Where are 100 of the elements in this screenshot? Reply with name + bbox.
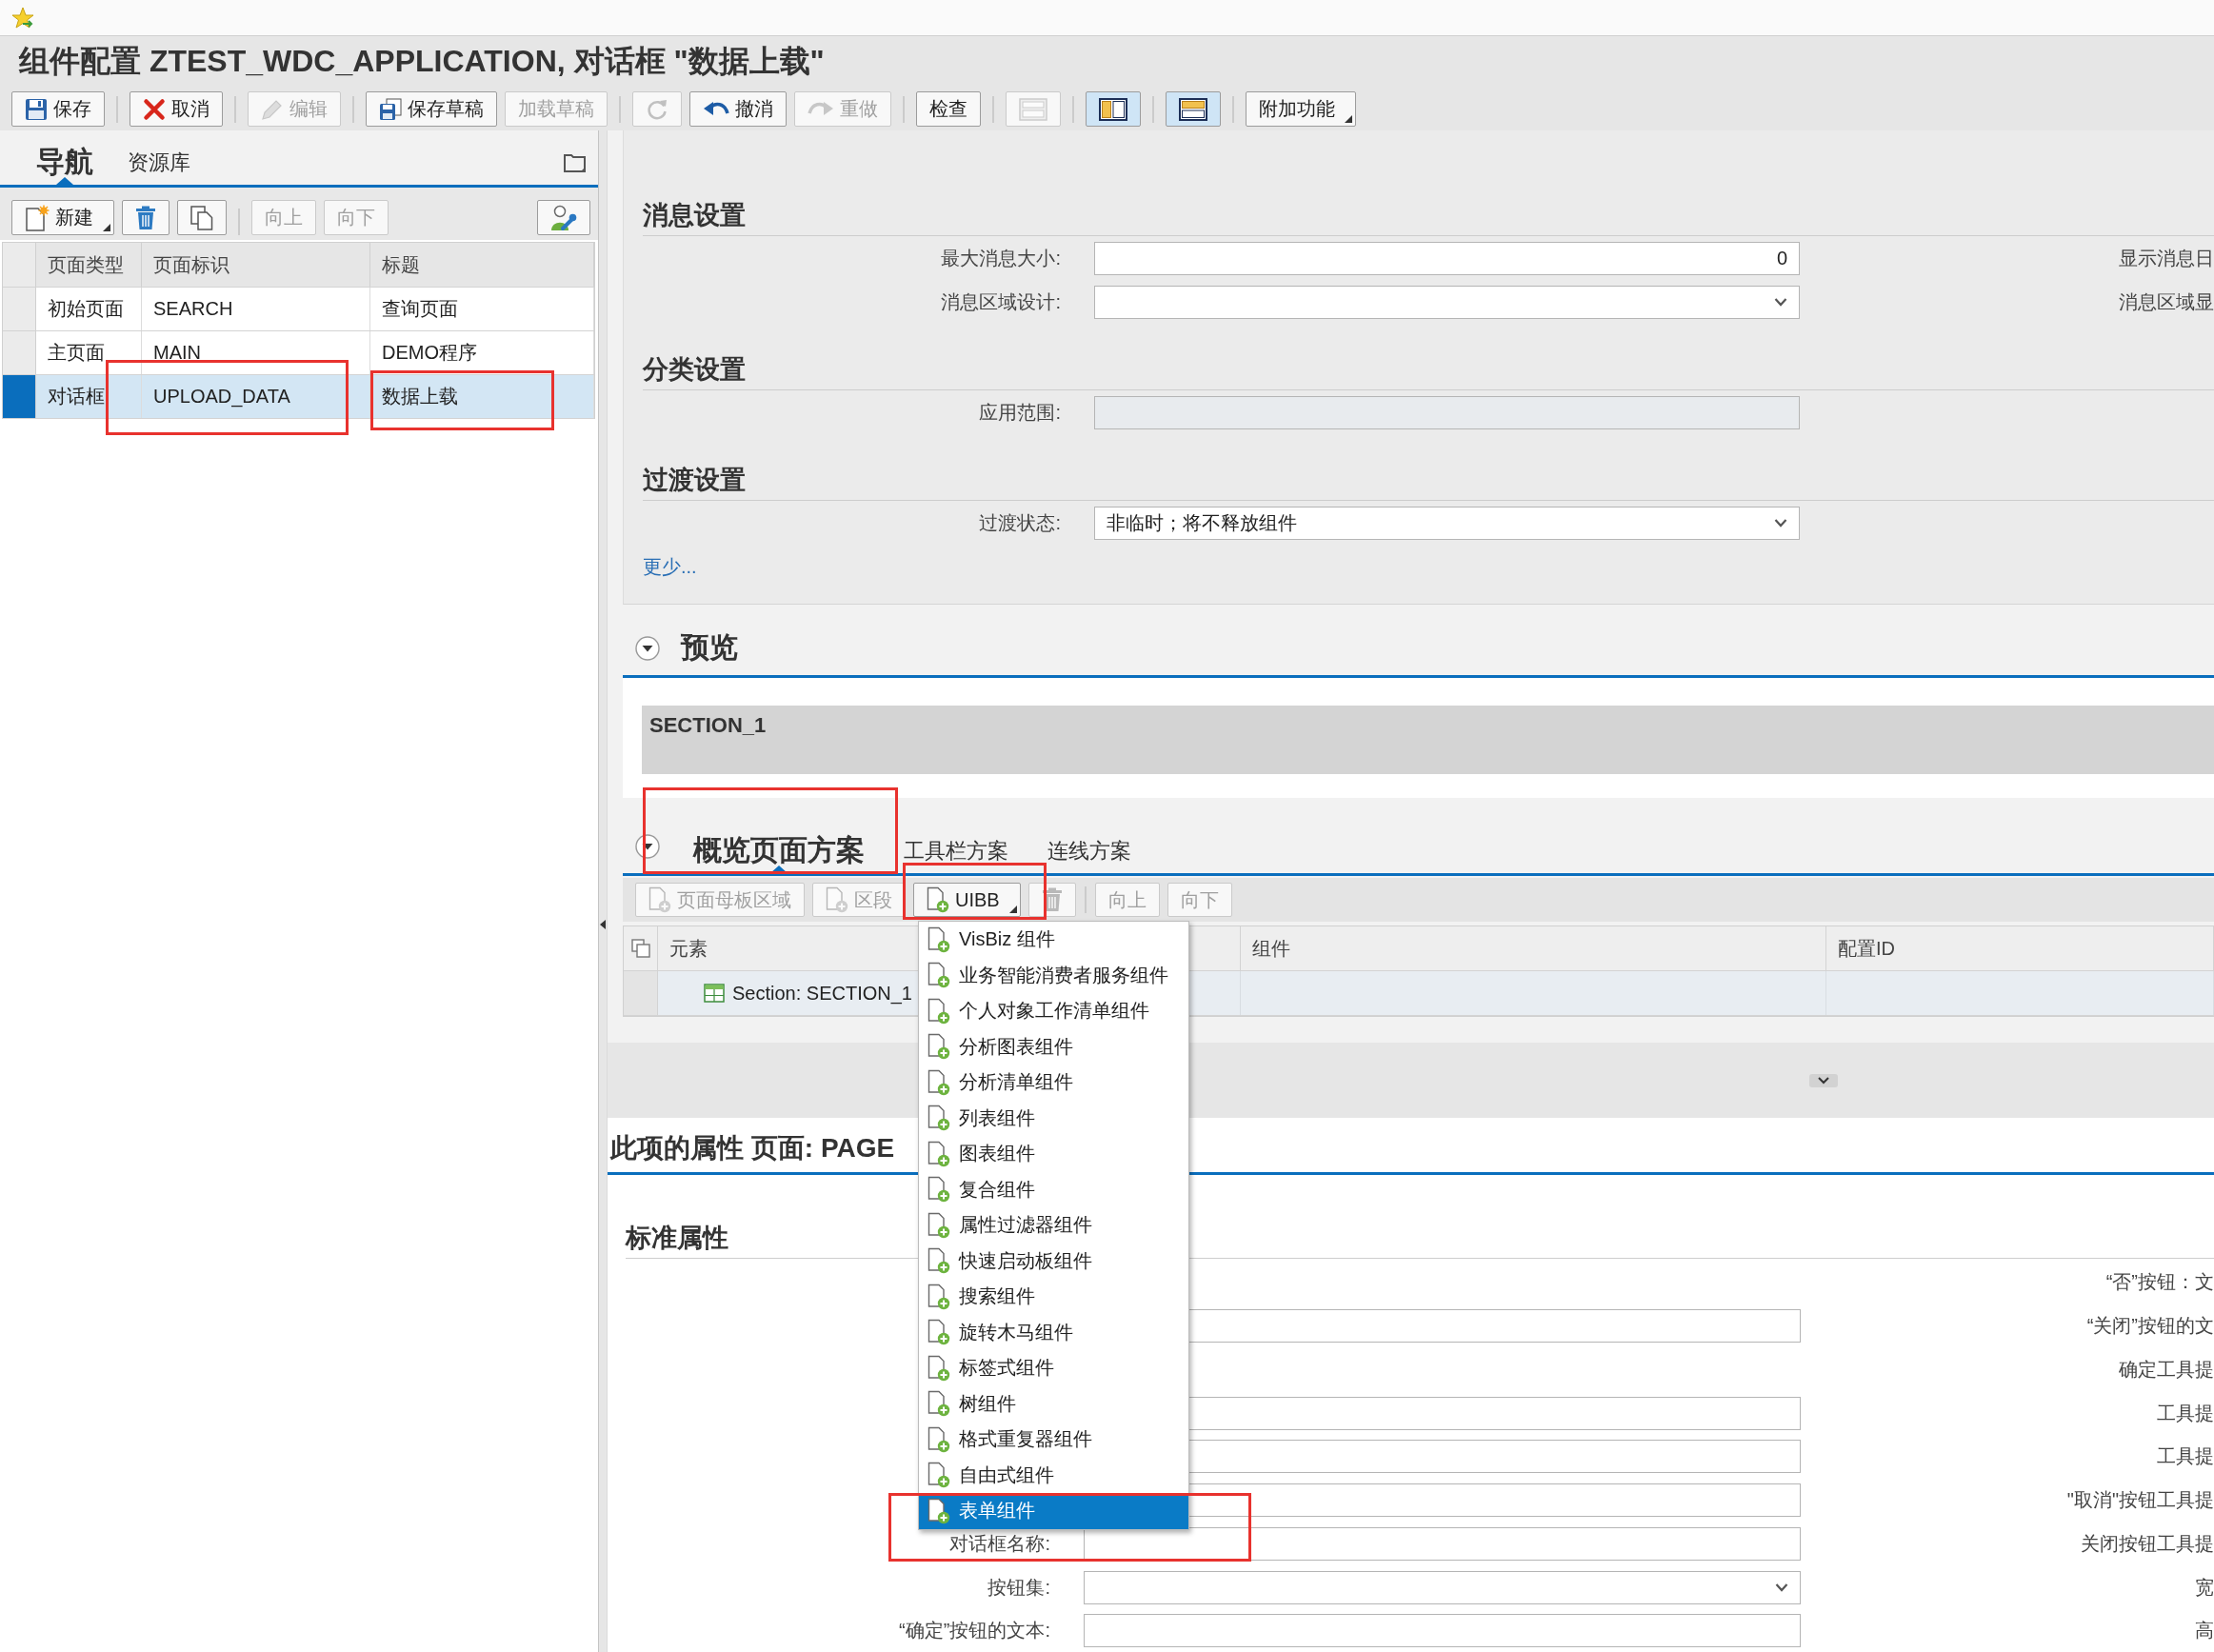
dropdown-field[interactable]: 非临时；将不释放组件: [1094, 506, 1800, 540]
document-plus-icon: [927, 1033, 950, 1061]
collapse-icon[interactable]: [635, 834, 660, 859]
field-label: 关闭按钮工具提: [2081, 1531, 2214, 1556]
field-label: 消息区域显: [2119, 289, 2214, 314]
document-plus-icon: [826, 886, 848, 913]
menu-item[interactable]: 快速启动板组件: [919, 1243, 1188, 1279]
section-heading: 分类设置: [643, 349, 2214, 390]
delete-button[interactable]: [122, 200, 170, 235]
menu-item[interactable]: 业务智能消费者服务组件: [919, 957, 1188, 993]
toolbar-button[interactable]: 检查: [916, 91, 981, 127]
menu-item[interactable]: 自由式组件: [919, 1457, 1188, 1493]
menu-item[interactable]: 分析清单组件: [919, 1065, 1188, 1101]
menu-item[interactable]: 旋转木马组件: [919, 1314, 1188, 1350]
add-button[interactable]: UIBB: [913, 883, 1021, 917]
menu-item[interactable]: 格式重复器组件: [919, 1422, 1188, 1458]
star-icon: [11, 6, 34, 30]
menu-item[interactable]: 树组件: [919, 1385, 1188, 1422]
menu-item[interactable]: 属性过滤器组件: [919, 1207, 1188, 1244]
table-cell: 查询页面: [370, 288, 594, 330]
document-plus-icon: [927, 1497, 950, 1524]
input-field[interactable]: [1084, 1526, 1801, 1561]
menu-item[interactable]: 复合组件: [919, 1171, 1188, 1207]
table-row[interactable]: 初始页面 SEARCH 查询页面: [3, 288, 594, 331]
input-field[interactable]: [1084, 1614, 1801, 1648]
table-row[interactable]: 对话框 UPLOAD_DATA 数据上载: [3, 375, 594, 419]
floppy-pages-icon: [379, 97, 402, 121]
field-label: 对话框名称:: [948, 1531, 1050, 1556]
table-cell: SEARCH: [142, 288, 370, 330]
save-draft-button[interactable]: 保存草稿: [366, 91, 497, 127]
toolbar-button[interactable]: 附加功能: [1246, 91, 1356, 127]
undo-button[interactable]: 撤消: [689, 91, 787, 127]
table-cell: 初始页面: [36, 288, 142, 330]
chevron-down-icon: [1775, 1582, 1788, 1593]
chevron-down-icon: [1774, 297, 1787, 307]
document-plus-icon: [927, 1390, 950, 1418]
menu-item[interactable]: 个人对象工作清单组件: [919, 993, 1188, 1029]
menu-item[interactable]: 搜索组件: [919, 1279, 1188, 1315]
cross-icon: [143, 97, 166, 121]
row-selector[interactable]: [3, 375, 36, 418]
tab[interactable]: 概览页面方案: [682, 833, 876, 873]
document-plus-icon: [648, 886, 671, 913]
layout-button[interactable]: [1086, 91, 1141, 127]
table-cell: MAIN: [142, 331, 370, 374]
window-title: 组件配置 ZTEST_WDC_APPLICATION, 对话框 "数据上载": [19, 43, 825, 80]
less-link[interactable]: 更少...: [643, 554, 697, 580]
document-plus-icon: [927, 1211, 950, 1239]
field-label: 按钮集:: [987, 1575, 1050, 1600]
folder-icon[interactable]: [564, 152, 587, 173]
section-heading: 消息设置: [643, 195, 2214, 236]
copy-button[interactable]: [177, 200, 227, 235]
input-field[interactable]: 0: [1094, 241, 1800, 275]
field-label: "取消"按钮工具提: [2066, 1488, 2214, 1513]
document-plus-icon: [927, 997, 950, 1025]
chevron-down-icon: [1774, 518, 1787, 527]
collapse-icon[interactable]: [635, 635, 660, 661]
field-label: 高: [2195, 1619, 2214, 1643]
table-cell: 数据上载: [370, 375, 594, 418]
menu-item[interactable]: VisBiz 组件: [919, 922, 1188, 958]
expand-handle-icon[interactable]: [1809, 1073, 1838, 1087]
document-plus-icon: [927, 1105, 950, 1132]
document-plus-icon: [927, 926, 950, 953]
layout-button[interactable]: [1166, 91, 1221, 127]
document-plus-icon: [927, 1140, 950, 1167]
refresh-icon: [646, 97, 668, 121]
table-cell: DEMO程序: [370, 331, 594, 374]
field-label: 显示消息日: [2119, 246, 2214, 270]
section-heading: 过渡设置: [643, 460, 2214, 501]
menu-item[interactable]: 列表组件: [919, 1100, 1188, 1136]
field-label: “否”按钮：文: [2105, 1270, 2214, 1295]
select-all-icon[interactable]: [630, 939, 650, 958]
copy-icon: [190, 205, 213, 230]
field-label: 应用范围:: [978, 400, 1061, 425]
menu-item[interactable]: 分析图表组件: [919, 1028, 1188, 1065]
tab[interactable]: 工具栏方案: [892, 838, 1020, 873]
field-label: 确定工具提: [2119, 1357, 2214, 1382]
field-label: 消息区域设计:: [940, 289, 1061, 314]
table-row[interactable]: 主页面 MAIN DEMO程序: [3, 331, 594, 375]
dropdown-field[interactable]: [1094, 285, 1800, 319]
menu-item[interactable]: 标签式组件: [919, 1350, 1188, 1386]
personalize-button[interactable]: [537, 200, 590, 235]
section-block: SECTION_1: [642, 706, 2214, 774]
cancel-button[interactable]: 取消: [130, 91, 223, 127]
new-button[interactable]: 新建: [11, 200, 114, 235]
tab[interactable]: 资源库: [116, 149, 202, 185]
menu-item[interactable]: 图表组件: [919, 1136, 1188, 1172]
field-label: 最大消息大小:: [940, 246, 1061, 270]
trash-icon: [135, 205, 156, 230]
tab[interactable]: 导航: [25, 145, 105, 185]
layout-columns-icon: [1099, 97, 1127, 121]
field-label: 工具提: [2157, 1444, 2214, 1469]
field-label: “关闭”按钮的文: [2086, 1314, 2214, 1339]
arrow-left-icon[interactable]: [599, 919, 607, 930]
dropdown-field[interactable]: [1084, 1570, 1801, 1604]
table-grid-icon: [704, 984, 725, 1003]
tab[interactable]: 连线方案: [1036, 838, 1143, 873]
document-plus-icon: [927, 1283, 950, 1310]
user-wrench-icon: [550, 204, 577, 231]
save-button[interactable]: 保存: [11, 91, 105, 127]
document-plus-icon: [927, 1247, 950, 1275]
